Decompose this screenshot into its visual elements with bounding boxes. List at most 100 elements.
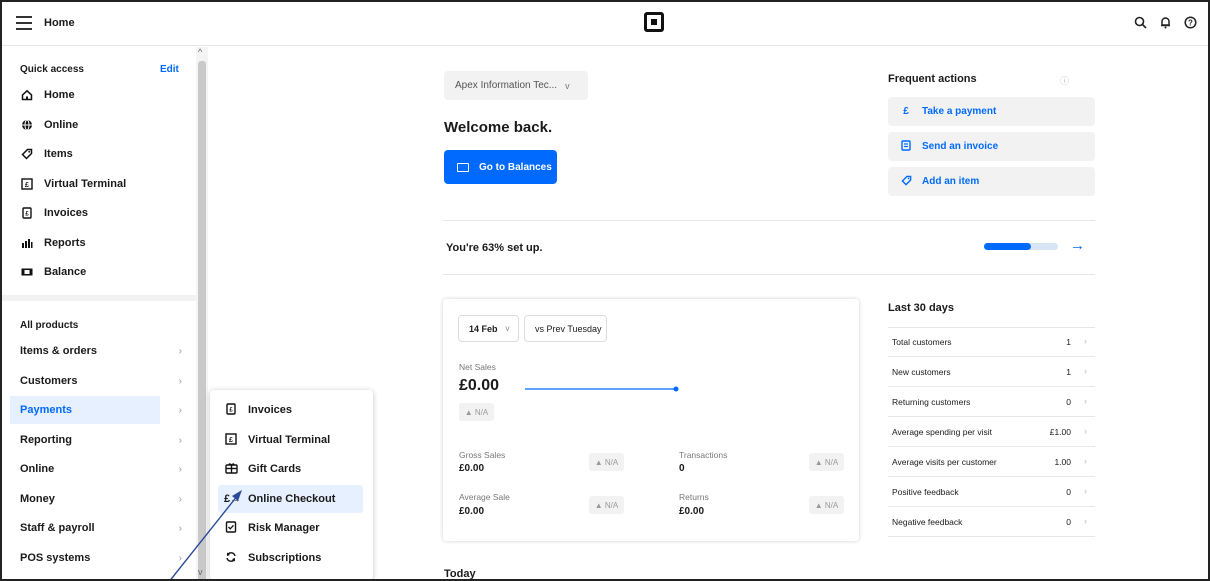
stat-row-returning-customers[interactable]: Returning customers 0 › xyxy=(888,387,1095,417)
sidebar-item-online[interactable]: Online xyxy=(20,115,78,135)
sidebar-item-label: Items & orders xyxy=(20,345,98,357)
average-sale-label: Average Sale xyxy=(459,492,510,502)
setup-progress-text: You're 63% set up. xyxy=(446,242,543,254)
send-invoice-button[interactable]: Send an invoice xyxy=(888,132,1095,161)
chevron-right-icon: › xyxy=(1084,486,1087,496)
arrow-right-icon[interactable]: → xyxy=(1070,237,1085,254)
stat-value: 1.00 xyxy=(1054,457,1071,467)
compare-select-value: vs Prev Tuesday xyxy=(535,323,602,334)
sidebar-item-label: Home xyxy=(44,89,75,101)
net-sales-label: Net Sales xyxy=(459,362,496,372)
sidebar-item-online-products[interactable]: Online › xyxy=(10,455,182,483)
sidebar-item-items-orders[interactable]: Items & orders › xyxy=(10,337,182,365)
sidebar-item-label: Items xyxy=(44,148,73,160)
svg-text:£: £ xyxy=(25,212,29,218)
sidebar-item-items[interactable]: Items xyxy=(20,144,73,164)
info-icon[interactable]: ⓘ xyxy=(1060,74,1069,87)
stat-value: 0 xyxy=(1066,397,1071,407)
tag-icon xyxy=(900,175,912,189)
go-to-balances-button[interactable]: Go to Balances xyxy=(444,150,557,184)
sidebar-item-staff-payroll[interactable]: Staff & payroll › xyxy=(10,514,182,542)
sidebar-item-label: Customers xyxy=(20,375,78,387)
chevron-right-icon: › xyxy=(178,404,182,416)
sidebar-item-money[interactable]: Money › xyxy=(10,485,182,513)
chevron-down-icon: v xyxy=(505,324,510,333)
today-heading: Today xyxy=(444,568,476,580)
stat-row-new-customers[interactable]: New customers 1 › xyxy=(888,357,1095,387)
frequent-actions-heading: Frequent actions xyxy=(888,73,977,85)
net-sales-sparkline xyxy=(525,386,679,392)
sidebar-item-reporting[interactable]: Reporting › xyxy=(10,426,182,454)
add-item-button[interactable]: Add an item xyxy=(888,167,1095,196)
sidebar-item-balance[interactable]: Balance xyxy=(20,262,86,282)
stat-row-average-spending[interactable]: Average spending per visit £1.00 › xyxy=(888,417,1095,447)
stat-label: Returning customers xyxy=(892,397,971,407)
gross-sales-label: Gross Sales xyxy=(459,450,506,460)
balance-icon xyxy=(457,162,469,172)
scroll-up-icon[interactable]: ^ xyxy=(198,47,202,57)
page-title: Home xyxy=(44,17,75,29)
chevron-right-icon: › xyxy=(1084,396,1087,406)
sidebar-item-reports[interactable]: Reports xyxy=(20,233,86,253)
svg-text:£: £ xyxy=(229,437,233,444)
annotation-arrow xyxy=(170,490,242,579)
stat-value: £1.00 xyxy=(1049,427,1071,437)
chevron-right-icon: › xyxy=(178,375,182,387)
sidebar-item-customers[interactable]: Customers › xyxy=(10,367,182,395)
stat-row-positive-feedback[interactable]: Positive feedback 0 › xyxy=(888,477,1095,507)
terminal-icon: £ xyxy=(224,432,238,448)
chevron-down-icon: v xyxy=(565,80,570,91)
sidebar-item-label: Money xyxy=(20,493,55,505)
sidebar-item-pos-systems[interactable]: POS systems › xyxy=(10,544,182,572)
sidebar-item-label: Balance xyxy=(44,266,87,278)
location-select-value: Apex Information Tec... xyxy=(455,80,558,91)
compare-select[interactable]: vs Prev Tuesday xyxy=(524,315,607,342)
sidebar-item-payments[interactable]: Payments › xyxy=(10,396,182,424)
sidebar-item-label: Online xyxy=(20,463,55,475)
top-bar: Home ? xyxy=(2,2,1208,46)
stat-row-negative-feedback[interactable]: Negative feedback 0 › xyxy=(888,507,1095,537)
invoice-icon: £ xyxy=(20,206,34,220)
average-sale-change-badge: ▲ N/A xyxy=(589,496,624,514)
setup-progress-bar xyxy=(984,243,1058,250)
sidebar-divider xyxy=(2,295,196,301)
edit-quick-access-link[interactable]: Edit xyxy=(160,64,179,75)
stat-label: Positive feedback xyxy=(892,487,959,497)
sidebar-item-label: Online xyxy=(44,119,79,131)
help-icon[interactable]: ? xyxy=(1184,16,1197,32)
flyout-item-label: Invoices xyxy=(248,404,293,416)
balance-icon xyxy=(20,265,34,279)
divider xyxy=(443,220,1095,221)
chart-icon xyxy=(20,236,34,250)
sidebar-item-home[interactable]: Home xyxy=(20,85,75,105)
menu-icon[interactable] xyxy=(16,16,32,30)
square-logo-icon[interactable] xyxy=(644,12,664,32)
sidebar-item-label: Reporting xyxy=(20,434,72,446)
transactions-change-badge: ▲ N/A xyxy=(809,453,844,471)
sidebar-item-invoices[interactable]: £ Invoices xyxy=(20,203,88,223)
flyout-item-invoices[interactable]: £ Invoices xyxy=(218,396,363,424)
chevron-right-icon: › xyxy=(1084,336,1087,346)
date-select[interactable]: 14 Feb v xyxy=(458,315,519,342)
take-payment-button[interactable]: £ Take a payment xyxy=(888,97,1095,126)
chevron-right-icon: › xyxy=(1084,366,1087,376)
welcome-heading: Welcome back. xyxy=(444,119,553,136)
search-icon[interactable] xyxy=(1134,16,1147,32)
stat-value: 1 xyxy=(1066,367,1071,377)
date-select-value: 14 Feb xyxy=(469,323,498,334)
chevron-right-icon: › xyxy=(1084,426,1087,436)
stat-row-total-customers[interactable]: Total customers 1 › xyxy=(888,327,1095,357)
flyout-item-virtual-terminal[interactable]: £ Virtual Terminal xyxy=(218,426,363,454)
gross-sales-change-badge: ▲ N/A xyxy=(589,453,624,471)
stat-label: Total customers xyxy=(892,337,952,347)
gross-sales-value: £0.00 xyxy=(459,463,485,474)
svg-text:£: £ xyxy=(229,407,233,413)
setup-progress-fill xyxy=(984,243,1031,250)
svg-text:?: ? xyxy=(1188,19,1193,28)
bell-icon[interactable] xyxy=(1159,16,1172,32)
sidebar-item-label: Payments xyxy=(20,404,72,416)
location-select[interactable]: Apex Information Tec... v xyxy=(444,71,588,100)
sidebar-item-virtual-terminal[interactable]: £ Virtual Terminal xyxy=(20,174,126,194)
pound-icon: £ xyxy=(903,106,909,117)
stat-row-average-visits[interactable]: Average visits per customer 1.00 › xyxy=(888,447,1095,477)
